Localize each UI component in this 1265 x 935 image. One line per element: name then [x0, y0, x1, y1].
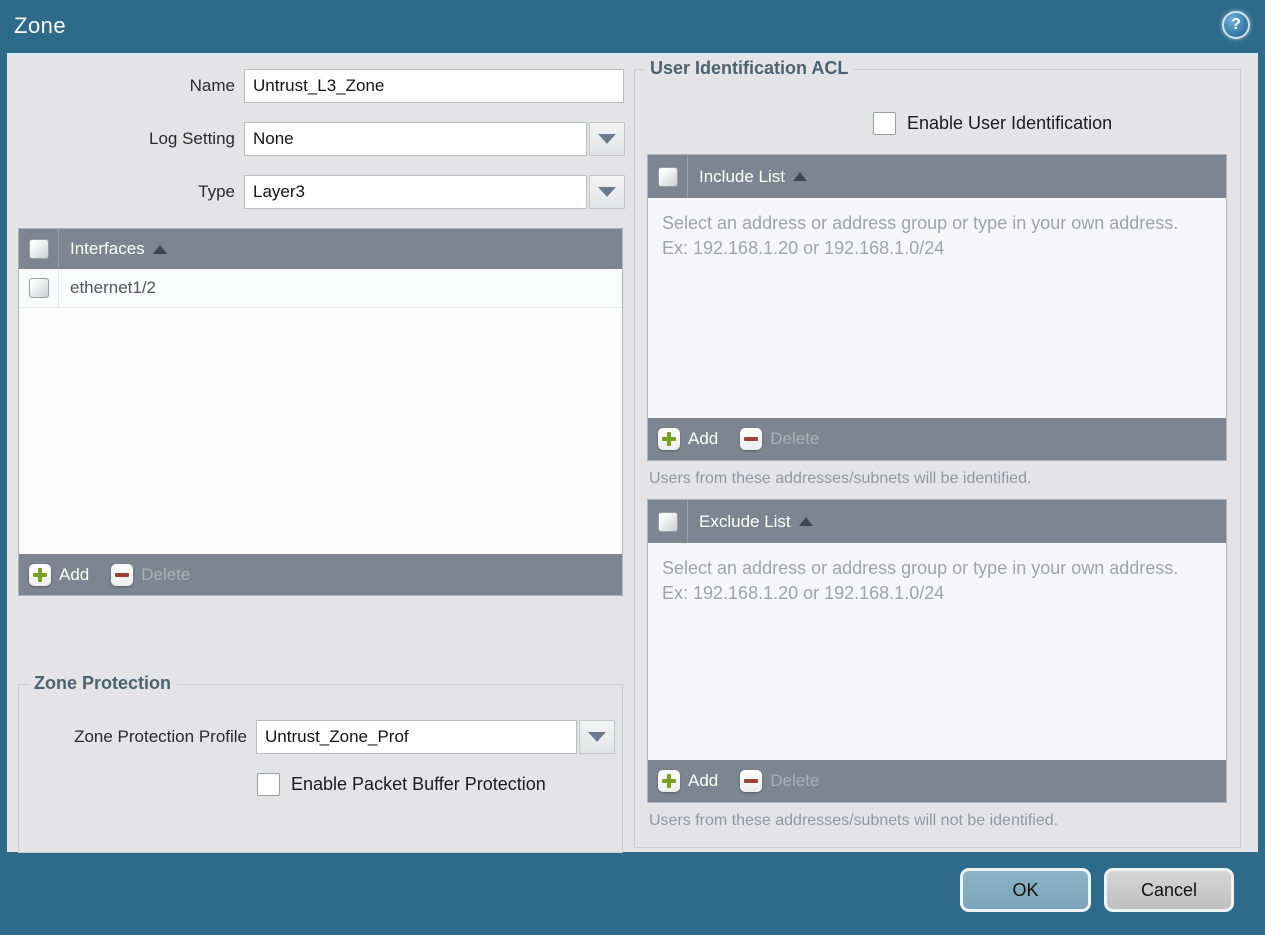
exclude-list-header: Exclude List [648, 500, 1226, 543]
interfaces-select-all-checkbox[interactable] [28, 239, 49, 259]
include-list-column-header[interactable]: Include List [699, 167, 807, 187]
delete-button-label: Delete [141, 564, 191, 584]
delete-button[interactable]: Delete [111, 563, 191, 586]
enable-user-identification-checkbox[interactable] [873, 112, 896, 135]
include-select-all-cell [648, 155, 688, 198]
delete-button-label: Delete [770, 771, 820, 790]
interfaces-table-toolbar: Add Delete [19, 554, 622, 595]
type-label: Type [198, 182, 235, 201]
name-label: Name [189, 76, 235, 95]
exclude-list-column-header-label: Exclude List [699, 511, 791, 531]
user-identification-acl-section: User Identification ACL Enable User Iden… [634, 58, 1241, 848]
enable-user-identification-label: Enable User Identification [907, 113, 1113, 133]
exclude-list-toolbar: Add Delete [648, 760, 1226, 802]
ok-button-label: OK [1012, 879, 1039, 900]
add-button[interactable]: Add [658, 428, 718, 450]
add-button[interactable]: Add [658, 770, 718, 792]
interfaces-column-header[interactable]: Interfaces [70, 239, 167, 259]
plus-icon [658, 770, 680, 792]
include-list-toolbar: Add Delete [648, 418, 1226, 460]
dialog-body: Name Log Setting Type [7, 53, 1258, 853]
include-select-all-checkbox[interactable] [657, 166, 678, 187]
zone-protection-legend: Zone Protection [28, 673, 178, 694]
packet-buffer-label: Enable Packet Buffer Protection [291, 774, 546, 794]
zone-protection-profile-label: Zone Protection Profile [74, 727, 247, 746]
add-button-label: Add [688, 429, 719, 448]
cancel-button-label: Cancel [1140, 879, 1198, 900]
table-row[interactable]: ethernet1/2 [19, 269, 622, 308]
include-list-column-header-label: Include List [699, 166, 785, 186]
type-row: Type [7, 175, 627, 209]
exclude-list-caption: Users from these addresses/subnets will … [649, 812, 1059, 829]
include-list-caption: Users from these addresses/subnets will … [649, 470, 1032, 487]
include-list-header: Include List [648, 155, 1226, 198]
minus-icon [740, 770, 763, 792]
delete-button[interactable]: Delete [740, 770, 819, 792]
exclude-list-table: Exclude List Select an address or addres… [647, 499, 1227, 803]
row-checkbox-cell [19, 269, 59, 307]
sort-ascending-icon [798, 517, 813, 526]
plus-icon [29, 563, 51, 586]
include-list-body: Select an address or address group or ty… [648, 198, 1226, 418]
chevron-down-icon [598, 134, 616, 144]
add-button-label: Add [59, 564, 90, 584]
interfaces-table-header: Interfaces [19, 229, 622, 269]
exclude-select-all-checkbox[interactable] [657, 511, 678, 532]
dialog-titlebar: Zone ? [0, 0, 1265, 53]
type-input[interactable] [244, 175, 587, 209]
minus-icon [740, 428, 763, 450]
row-checkbox[interactable] [28, 278, 49, 298]
log-setting-label: Log Setting [148, 129, 235, 148]
zone-protection-section: Zone Protection Zone Protection Profile … [18, 673, 623, 853]
cancel-button[interactable]: Cancel [1104, 868, 1234, 912]
include-list-placeholder: Select an address or address group or ty… [662, 213, 1179, 258]
interfaces-table: Interfaces ethernet1/2 Add Delete [18, 228, 623, 596]
delete-button-label: Delete [770, 429, 820, 448]
packet-buffer-row: Enable Packet Buffer Protection [257, 773, 622, 796]
zone-protection-profile-dropdown-button[interactable] [579, 720, 615, 754]
exclude-list-body: Select an address or address group or ty… [648, 543, 1226, 760]
help-glyph: ? [1231, 16, 1241, 33]
interfaces-table-body: ethernet1/2 [19, 269, 622, 554]
include-list-table: Include List Select an address or addres… [647, 154, 1227, 461]
delete-button[interactable]: Delete [740, 428, 819, 450]
add-button[interactable]: Add [29, 563, 90, 586]
log-setting-input[interactable] [244, 122, 587, 156]
zone-protection-profile-input[interactable] [256, 720, 577, 754]
user-identification-acl-legend: User Identification ACL [644, 58, 855, 79]
ok-button[interactable]: OK [960, 868, 1091, 912]
log-setting-dropdown-button[interactable] [589, 122, 625, 156]
add-button-label: Add [688, 771, 719, 790]
minus-icon [111, 563, 134, 586]
packet-buffer-checkbox[interactable] [257, 773, 280, 796]
page-title: Zone [14, 13, 67, 38]
zone-dialog: Zone ? Name Log Setting Type [0, 0, 1265, 935]
interface-name: ethernet1/2 [70, 278, 157, 297]
exclude-list-placeholder: Select an address or address group or ty… [662, 558, 1179, 603]
type-dropdown-button[interactable] [589, 175, 625, 209]
interfaces-column-header-label: Interfaces [70, 239, 145, 258]
name-row: Name [7, 69, 627, 103]
exclude-list-column-header[interactable]: Exclude List [699, 512, 813, 532]
zone-protection-profile-row: Zone Protection Profile [19, 720, 622, 754]
exclude-select-all-cell [648, 500, 688, 543]
chevron-down-icon [598, 187, 616, 197]
sort-ascending-icon [152, 244, 167, 254]
interfaces-select-all-cell [19, 229, 59, 269]
enable-user-identification-row: Enable User Identification [873, 112, 1240, 135]
left-column: Name Log Setting Type [7, 56, 627, 853]
plus-icon [658, 428, 680, 450]
help-icon[interactable]: ? [1222, 11, 1250, 39]
name-input[interactable] [244, 69, 624, 103]
chevron-down-icon [588, 732, 606, 742]
sort-ascending-icon [793, 172, 807, 181]
log-setting-row: Log Setting [7, 122, 627, 156]
